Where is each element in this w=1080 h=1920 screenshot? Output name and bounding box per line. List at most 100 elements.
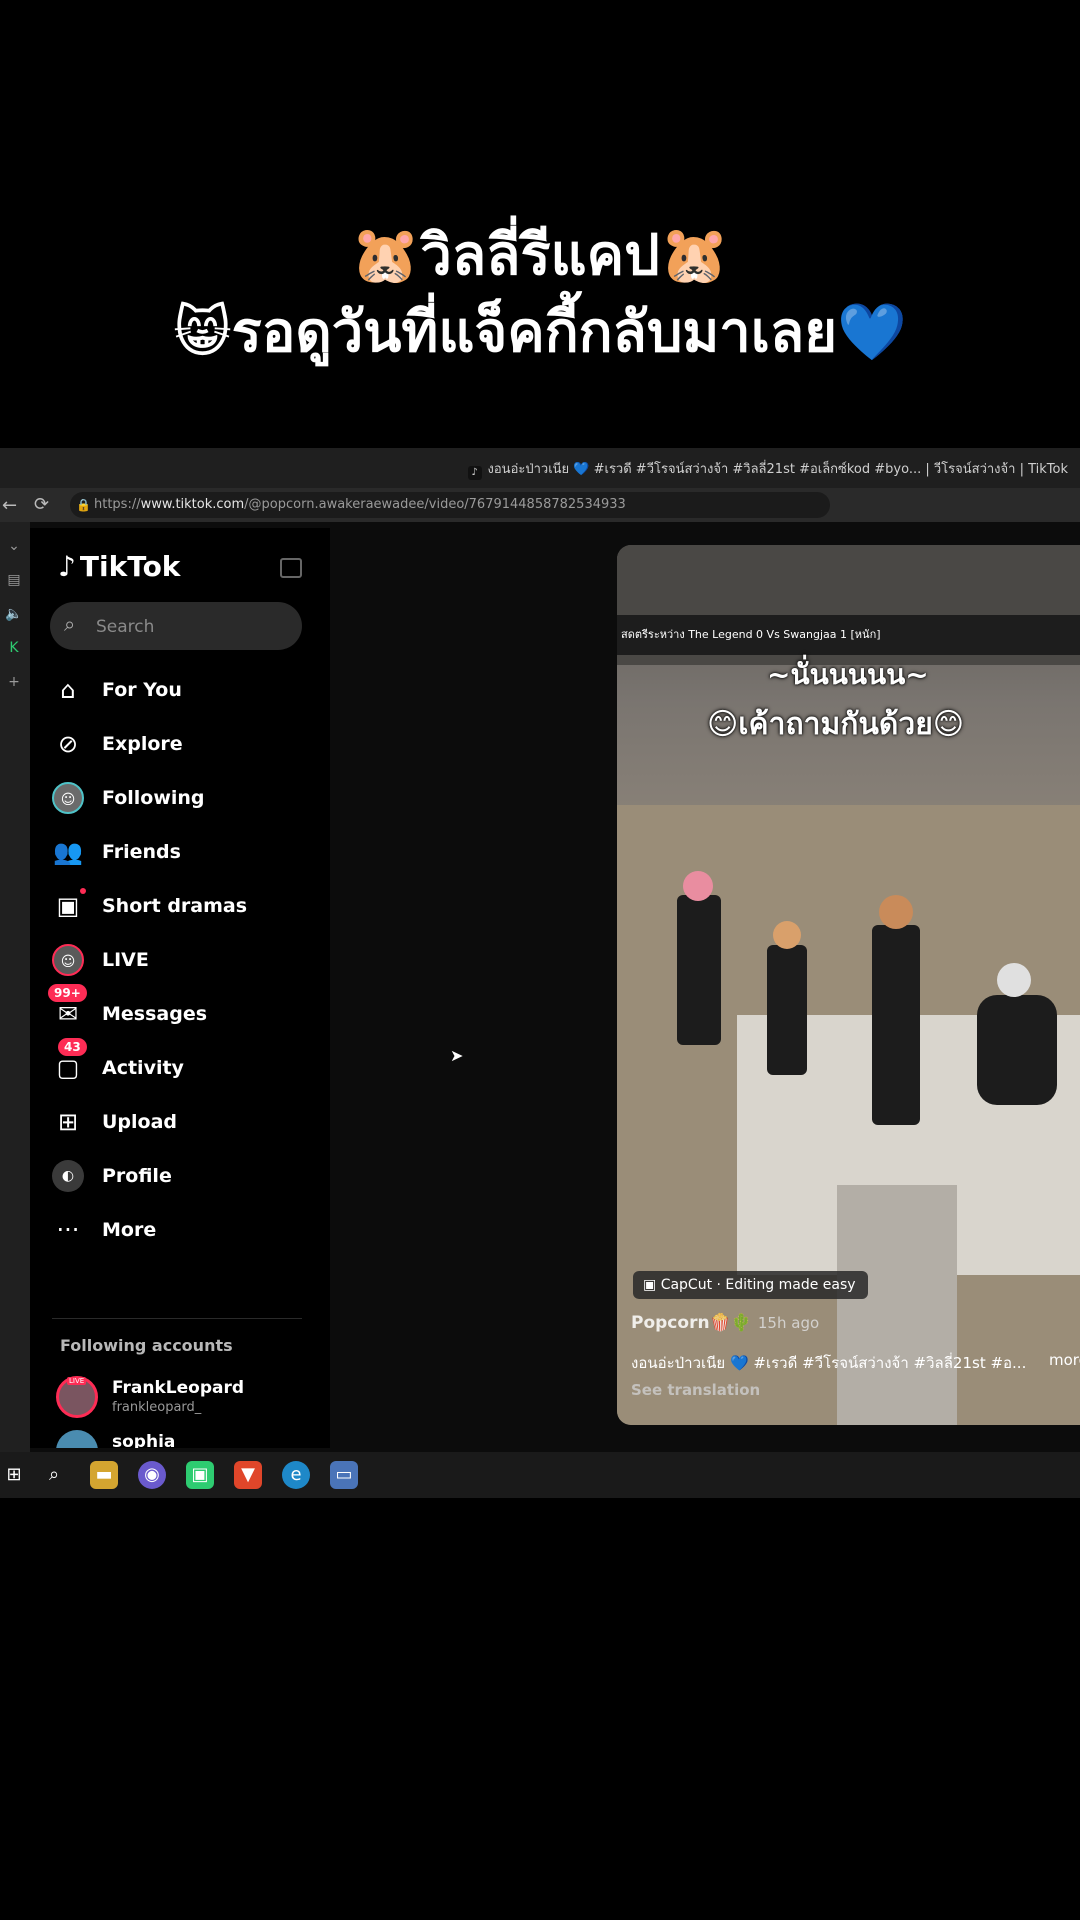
see-translation-link[interactable]: See translation — [631, 1381, 760, 1399]
windows-taskbar: ⊞ ⌕ ▬ ◉ ▣ ▼ e ▭ — [0, 1452, 1080, 1498]
nav-more[interactable]: ··· More — [52, 1210, 312, 1250]
nav-label: For You — [102, 679, 182, 701]
video-character — [977, 995, 1057, 1105]
caption-line-2: 😸รอดูวันที่แจ็คกี้กลับมาเลย💙 — [173, 300, 907, 365]
tabs-icon[interactable]: ▤ — [4, 570, 24, 590]
video-scene-block — [837, 1185, 957, 1425]
nav-for-you[interactable]: ⌂ For You — [52, 670, 312, 710]
author-name: Popcorn🍿🌵 — [631, 1313, 752, 1333]
kick-icon[interactable]: K — [4, 638, 24, 658]
tiktok-logo-text: TikTok — [79, 550, 181, 583]
reload-icon[interactable]: ⟳ — [34, 494, 49, 515]
search-input[interactable] — [94, 614, 288, 640]
nav-label: Following — [102, 787, 205, 809]
video-author[interactable]: Popcorn🍿🌵 15h ago — [631, 1313, 819, 1333]
message-icon: ✉ — [57, 1000, 79, 1028]
nav-profile[interactable]: ◐ Profile — [52, 1156, 312, 1196]
nav-label: Upload — [102, 1111, 178, 1133]
nav-label: Friends — [102, 841, 181, 863]
following-account[interactable]: sophia ssphhd — [56, 1430, 316, 1448]
address-bar: ← ⟳ 🔒 https://www.tiktok.com/@popcorn.awa… — [0, 488, 1080, 522]
account-handle: frankleopard_ — [112, 1400, 202, 1415]
nav-label: LIVE — [102, 949, 149, 971]
capcut-icon: ▣ — [643, 1277, 661, 1293]
divider — [52, 1318, 302, 1319]
plus-icon[interactable]: + — [4, 672, 24, 692]
nav-label: Messages — [102, 1003, 208, 1025]
nav-label: Activity — [102, 1057, 184, 1079]
caption-line-1: 🐹วิลลี่รีแคป🐹 — [350, 223, 730, 288]
edge-icon[interactable]: e — [282, 1461, 310, 1489]
browser-tab-bar: ♪ งอนอ่ะป่าวเนีย 💙 #เรวดี #วีโรจน์สว่างจ้… — [0, 448, 1080, 488]
video-character — [767, 945, 807, 1075]
video-banner: สดตรีระหว่าง The Legend 0 Vs Swangjaa 1 … — [617, 615, 1080, 655]
video-description: งอนอ่ะป่าวเนีย 💙 #เรวดี #วีโรจน์สว่างจ้า… — [631, 1354, 1027, 1372]
tiktok-logo[interactable]: ♪ TikTok — [58, 550, 180, 583]
app-icon[interactable]: ▣ — [186, 1461, 214, 1489]
video-character-head — [879, 895, 913, 929]
film-icon: ▣ — [56, 892, 80, 920]
discord-icon[interactable]: ◉ — [138, 1461, 166, 1489]
nav-label: Explore — [102, 733, 183, 755]
live-avatar-icon: ☺ — [52, 944, 84, 976]
avatar: LIVE — [56, 1376, 98, 1418]
video-player[interactable]: สดตรีระหว่าง The Legend 0 Vs Swangjaa 1 … — [617, 545, 1080, 1425]
video-overlay-text-2: 😊เค้าถามกันด้วย😊 — [707, 707, 965, 742]
notification-dot — [80, 888, 86, 894]
more-icon: ··· — [56, 1216, 80, 1244]
following-avatar-icon: ☺ — [52, 782, 84, 814]
mouse-cursor-icon: ➤ — [450, 1046, 464, 1065]
nav-upload[interactable]: ⊞ Upload — [52, 1102, 312, 1142]
browser-sidebar: ⌄ ▤ 🔈 K + — [0, 522, 30, 1498]
nav-friends[interactable]: 👥 Friends — [52, 832, 312, 872]
search-icon[interactable]: ⌕ — [40, 1461, 68, 1489]
live-tag-icon: LIVE — [67, 1377, 87, 1385]
following-account[interactable]: LIVE FrankLeopard frankleopard_ — [56, 1376, 316, 1424]
tiktok-note-icon: ♪ — [58, 550, 76, 583]
account-name: FrankLeopard — [112, 1378, 245, 1398]
profile-avatar-icon: ◐ — [52, 1160, 84, 1192]
nav-label: Profile — [102, 1165, 172, 1187]
lock-icon: 🔒 — [76, 498, 91, 512]
nav-label: Short dramas — [102, 895, 248, 917]
nav-label: More — [102, 1219, 157, 1241]
upload-icon: ⊞ — [57, 1108, 79, 1136]
friends-icon: 👥 — [53, 838, 83, 866]
activity-icon: ▢ — [56, 1054, 80, 1082]
browser-tab[interactable]: ♪ งอนอ่ะป่าวเนีย 💙 #เรวดี #วีโรจน์สว่างจ้… — [467, 458, 1068, 480]
search-icon: ⌕ — [64, 612, 76, 636]
compass-icon: ⊘ — [57, 730, 79, 758]
windows-start-icon[interactable]: ⊞ — [0, 1461, 28, 1489]
nav-short-dramas[interactable]: ▣ Short dramas — [52, 886, 312, 926]
capcut-text: CapCut · Editing made easy — [660, 1277, 856, 1293]
video-character-head — [683, 871, 713, 901]
video-banner-text: สดตรีระหว่าง The Legend 0 Vs Swangjaa 1 … — [621, 628, 881, 641]
url-host: www.tiktok.com — [140, 497, 245, 512]
account-name: sophia — [112, 1432, 176, 1448]
nav-messages[interactable]: ✉ 99+ Messages — [48, 984, 312, 1034]
nav-explore[interactable]: ⊘ Explore — [52, 724, 312, 764]
window-app-icon[interactable]: ▭ — [330, 1461, 358, 1489]
url-path: /@popcorn.awakeraewadee/video/7679144858… — [244, 497, 626, 512]
video-character-head — [773, 921, 801, 949]
chevron-down-icon[interactable]: ⌄ — [4, 536, 24, 556]
file-explorer-icon[interactable]: ▬ — [90, 1461, 118, 1489]
brave-icon[interactable]: ▼ — [234, 1461, 262, 1489]
home-icon: ⌂ — [60, 676, 76, 704]
nav-following[interactable]: ☺ Following — [52, 778, 312, 818]
capcut-label[interactable]: ▣ CapCut · Editing made easy — [633, 1271, 868, 1299]
activity-badge: 43 — [58, 1038, 87, 1056]
search-box[interactable]: ⌕ — [50, 602, 302, 650]
url-field[interactable]: 🔒 https://www.tiktok.com/@popcorn.awakera… — [70, 492, 830, 518]
video-character-head — [997, 963, 1031, 997]
collapse-sidebar-icon[interactable] — [280, 558, 302, 578]
browser-screenshot: ♪ งอนอ่ะป่าวเนีย 💙 #เรวดี #วีโรจน์สว่างจ้… — [0, 448, 1080, 1498]
tiktok-sidebar: ♪TikTok ⌕ ⌂ For You ⊘ Explore ☺ Followin… — [30, 528, 330, 1448]
following-accounts-title: Following accounts — [60, 1336, 233, 1355]
nav-activity[interactable]: ▢ 43 Activity — [52, 1038, 312, 1088]
video-character — [872, 925, 920, 1125]
more-link[interactable]: more — [1049, 1351, 1080, 1369]
nav-live[interactable]: ☺ LIVE — [52, 940, 312, 980]
speaker-icon[interactable]: 🔈 — [4, 604, 24, 624]
back-arrow-icon[interactable]: ← — [2, 495, 17, 516]
